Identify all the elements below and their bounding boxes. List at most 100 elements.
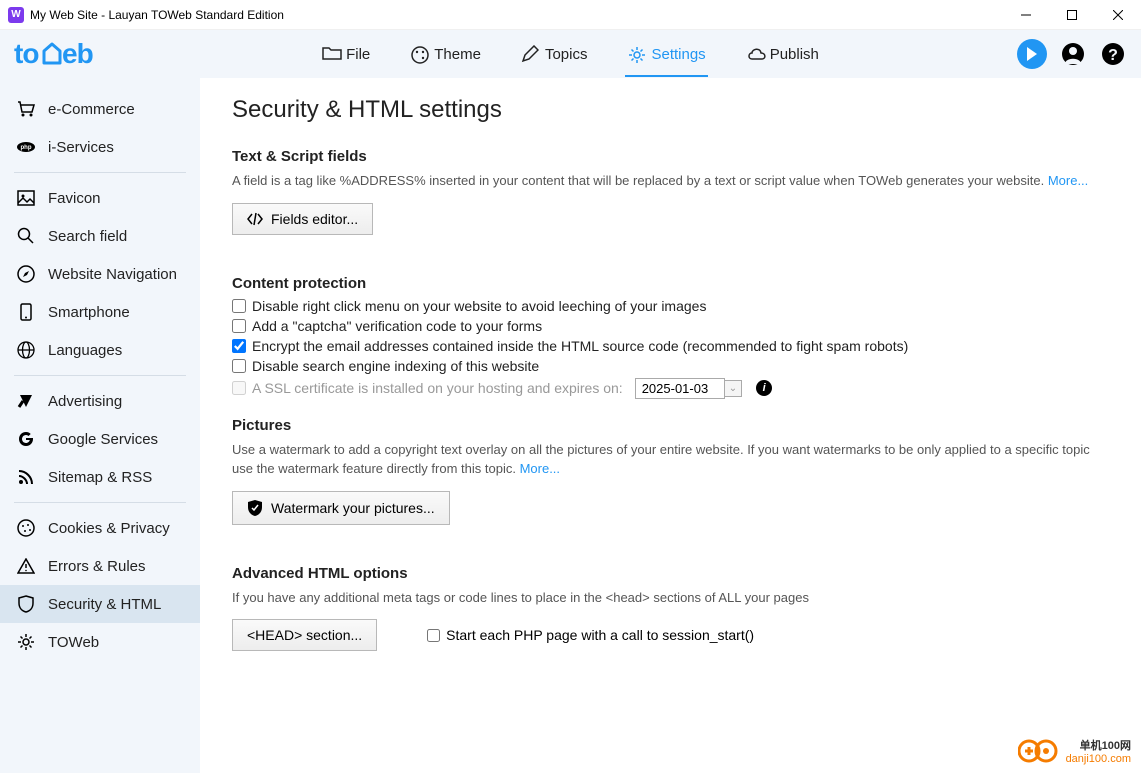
sidebar-item-advertising[interactable]: Advertising xyxy=(0,382,200,420)
php-icon: php xyxy=(16,137,36,157)
app-logo: toeb xyxy=(14,37,124,71)
sidebar-item-security[interactable]: Security & HTML xyxy=(0,585,200,623)
checkbox-session-start[interactable]: Start each PHP page with a call to sessi… xyxy=(427,627,754,643)
sidebar-item-languages[interactable]: Languages xyxy=(0,331,200,369)
gear-icon xyxy=(627,45,645,63)
sidebar-item-search[interactable]: Search field xyxy=(0,217,200,255)
compass-icon xyxy=(16,264,36,284)
sidebar-item-label: Search field xyxy=(48,228,127,245)
more-link[interactable]: More... xyxy=(1048,173,1088,188)
ssl-date-input[interactable] xyxy=(635,378,725,399)
rss-icon xyxy=(16,467,36,487)
sidebar-item-label: Cookies & Privacy xyxy=(48,520,170,537)
maximize-button[interactable] xyxy=(1049,0,1095,29)
sidebar-item-label: Advertising xyxy=(48,393,122,410)
sidebar-item-iservices[interactable]: php i-Services xyxy=(0,128,200,166)
help-icon[interactable]: ? xyxy=(1099,40,1127,68)
head-section-button[interactable]: <HEAD> section... xyxy=(232,619,377,651)
sidebar-item-label: Errors & Rules xyxy=(48,558,146,575)
checkbox-ssl: A SSL certificate is installed on your h… xyxy=(232,378,1109,399)
checkbox-encrypt-email[interactable]: Encrypt the email addresses contained in… xyxy=(232,338,1109,354)
nav-label: Settings xyxy=(651,46,705,63)
close-button[interactable] xyxy=(1095,0,1141,29)
shield-check-icon xyxy=(247,499,263,517)
shield-icon xyxy=(16,594,36,614)
section-desc: A field is a tag like %ADDRESS% inserted… xyxy=(232,171,1109,191)
cart-icon xyxy=(16,99,36,119)
sidebar-item-label: Smartphone xyxy=(48,304,130,321)
palette-icon xyxy=(410,45,428,63)
nav-theme[interactable]: Theme xyxy=(408,37,483,71)
sidebar-item-google[interactable]: Google Services xyxy=(0,420,200,458)
checkbox-disable-indexing[interactable]: Disable search engine indexing of this w… xyxy=(232,358,1109,374)
checkbox-disable-rightclick[interactable]: Disable right click menu on your website… xyxy=(232,298,1109,314)
phone-icon xyxy=(16,302,36,322)
top-navigation: File Theme Topics Settings Publish xyxy=(320,37,821,71)
folder-icon xyxy=(322,45,340,63)
watermark-button[interactable]: Watermark your pictures... xyxy=(232,491,450,525)
nav-label: File xyxy=(346,46,370,63)
sidebar-separator xyxy=(14,172,186,173)
code-icon xyxy=(247,212,263,226)
section-desc: Use a watermark to add a copyright text … xyxy=(232,440,1109,479)
svg-text:?: ? xyxy=(1108,47,1118,64)
titlebar: W My Web Site - Lauyan TOWeb Standard Ed… xyxy=(0,0,1141,30)
more-link[interactable]: More... xyxy=(520,461,560,476)
sidebar-item-label: i-Services xyxy=(48,139,114,156)
checkbox-captcha[interactable]: Add a "captcha" verification code to you… xyxy=(232,318,1109,334)
cookie-icon xyxy=(16,518,36,538)
content-area: Security & HTML settings Text & Script f… xyxy=(200,78,1141,773)
sidebar-item-ecommerce[interactable]: e-Commerce xyxy=(0,90,200,128)
date-dropdown-button[interactable]: ⌄ xyxy=(725,380,742,397)
window-title: My Web Site - Lauyan TOWeb Standard Edit… xyxy=(30,8,1003,22)
source-watermark: 单机100网danji100.com xyxy=(1018,737,1131,765)
section-title: Content protection xyxy=(232,275,1109,292)
globe-icon xyxy=(16,340,36,360)
nav-label: Publish xyxy=(770,46,819,63)
svg-text:eb: eb xyxy=(62,38,93,69)
warning-icon xyxy=(16,556,36,576)
sidebar-item-label: Languages xyxy=(48,342,122,359)
topbar: toeb File Theme Topics Settings Publish … xyxy=(0,30,1141,78)
sidebar-item-label: TOWeb xyxy=(48,634,99,651)
nav-topics[interactable]: Topics xyxy=(519,37,590,71)
gear-icon xyxy=(16,632,36,652)
sidebar-item-label: Sitemap & RSS xyxy=(48,469,152,486)
sidebar-item-label: e-Commerce xyxy=(48,101,135,118)
svg-text:php: php xyxy=(21,145,32,151)
sidebar: e-Commerce php i-Services Favicon Search … xyxy=(0,78,200,773)
sidebar-item-label: Google Services xyxy=(48,431,158,448)
svg-text:to: to xyxy=(14,38,39,69)
sidebar-item-navigation[interactable]: Website Navigation xyxy=(0,255,200,293)
sidebar-item-label: Website Navigation xyxy=(48,266,177,283)
section-desc: If you have any additional meta tags or … xyxy=(232,588,1109,608)
sidebar-item-toweb[interactable]: TOWeb xyxy=(0,623,200,661)
sidebar-item-sitemap[interactable]: Sitemap & RSS xyxy=(0,458,200,496)
sidebar-item-label: Favicon xyxy=(48,190,101,207)
pencil-icon xyxy=(521,45,539,63)
google-icon xyxy=(16,429,36,449)
image-icon xyxy=(16,188,36,208)
sidebar-item-errors[interactable]: Errors & Rules xyxy=(0,547,200,585)
sidebar-item-favicon[interactable]: Favicon xyxy=(0,179,200,217)
section-title: Pictures xyxy=(232,417,1109,434)
nav-publish[interactable]: Publish xyxy=(744,37,821,71)
minimize-button[interactable] xyxy=(1003,0,1049,29)
fields-editor-button[interactable]: Fields editor... xyxy=(232,203,373,235)
nav-label: Theme xyxy=(434,46,481,63)
sidebar-separator xyxy=(14,375,186,376)
sidebar-item-smartphone[interactable]: Smartphone xyxy=(0,293,200,331)
section-title: Text & Script fields xyxy=(232,148,1109,165)
sidebar-item-cookies[interactable]: Cookies & Privacy xyxy=(0,509,200,547)
account-icon[interactable] xyxy=(1059,40,1087,68)
section-title: Advanced HTML options xyxy=(232,565,1109,582)
nav-file[interactable]: File xyxy=(320,37,372,71)
search-icon xyxy=(16,226,36,246)
info-icon[interactable]: i xyxy=(756,380,772,396)
nav-settings[interactable]: Settings xyxy=(625,37,707,71)
nav-label: Topics xyxy=(545,46,588,63)
cloud-icon xyxy=(746,45,764,63)
play-button[interactable] xyxy=(1017,39,1047,69)
page-title: Security & HTML settings xyxy=(232,96,1109,124)
sidebar-item-label: Security & HTML xyxy=(48,596,161,613)
